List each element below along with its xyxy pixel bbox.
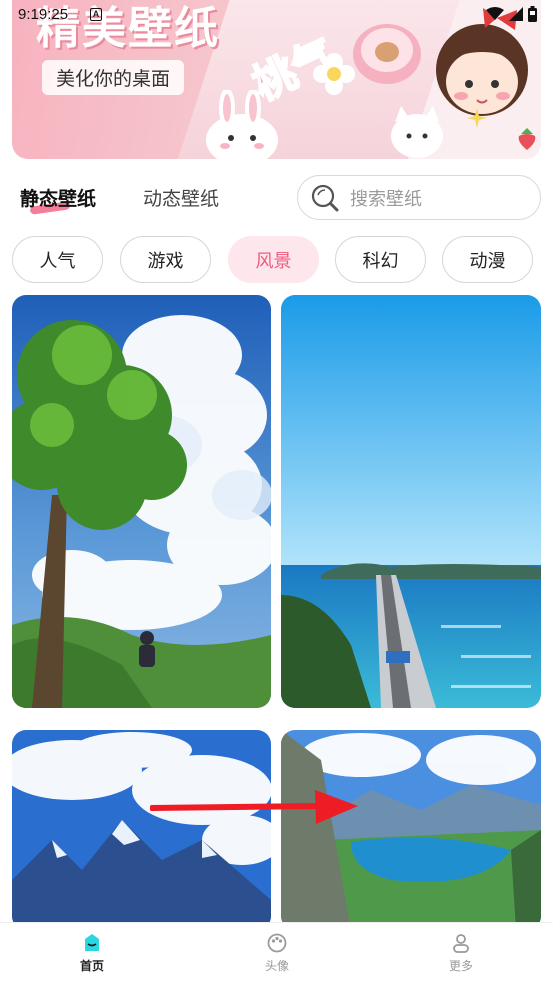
- wallpaper-card[interactable]: [12, 295, 271, 708]
- person-figure: [139, 631, 155, 667]
- signal-icon: [509, 7, 523, 21]
- wallpaper-image-sea-bridge: [281, 295, 541, 708]
- status-bar: 9:19:25 A: [0, 0, 553, 30]
- search-input[interactable]: 搜索壁纸: [297, 175, 541, 220]
- notification-a-icon: A: [90, 8, 102, 21]
- wallpaper-image-valley-lake: [281, 730, 541, 930]
- search-icon: [311, 184, 339, 211]
- nav-label-home: 首页: [79, 959, 104, 973]
- nav-item-home[interactable]: 首页: [52, 933, 132, 974]
- nav-item-more[interactable]: 更多: [421, 933, 501, 974]
- wallpaper-card[interactable]: [281, 730, 541, 930]
- category-chip-games[interactable]: 游戏: [120, 236, 211, 283]
- wallpaper-card[interactable]: [12, 730, 271, 930]
- wallpaper-image-snow-mountains: [12, 730, 271, 930]
- status-time: 9:19:25: [18, 6, 69, 23]
- home-icon: [85, 934, 99, 951]
- nav-item-avatar[interactable]: 头像: [237, 933, 317, 974]
- tab-dynamic-wallpaper[interactable]: 动态壁纸: [143, 184, 219, 211]
- nav-label-avatar: 头像: [264, 959, 289, 973]
- user-icon: [453, 934, 469, 953]
- battery-icon: [528, 6, 537, 22]
- status-icons: [486, 6, 537, 22]
- cat-sticker-icon: [391, 106, 443, 158]
- red-arrow-annotation: [150, 790, 358, 824]
- wifi-icon: [486, 7, 504, 20]
- strawberry-icon: [518, 128, 536, 150]
- category-chip-popular[interactable]: 人气: [12, 236, 103, 283]
- tab-static-wallpaper[interactable]: 静态壁纸: [20, 184, 96, 211]
- palette-icon: [267, 933, 287, 953]
- wallpaper-image-tree-clouds: [12, 295, 271, 708]
- banner-subtitle: 美化你的桌面: [42, 60, 185, 95]
- wallpaper-card[interactable]: [281, 295, 541, 708]
- nav-label-more: 更多: [448, 959, 473, 973]
- category-chip-scifi[interactable]: 科幻: [335, 236, 426, 283]
- sparkle-icon: [467, 108, 487, 128]
- category-chip-scenery[interactable]: 风景: [228, 236, 319, 283]
- search-placeholder: 搜索壁纸: [350, 188, 422, 210]
- category-chip-anime[interactable]: 动漫: [442, 236, 533, 283]
- bottom-navigation: 首页 头像 更多: [0, 922, 553, 984]
